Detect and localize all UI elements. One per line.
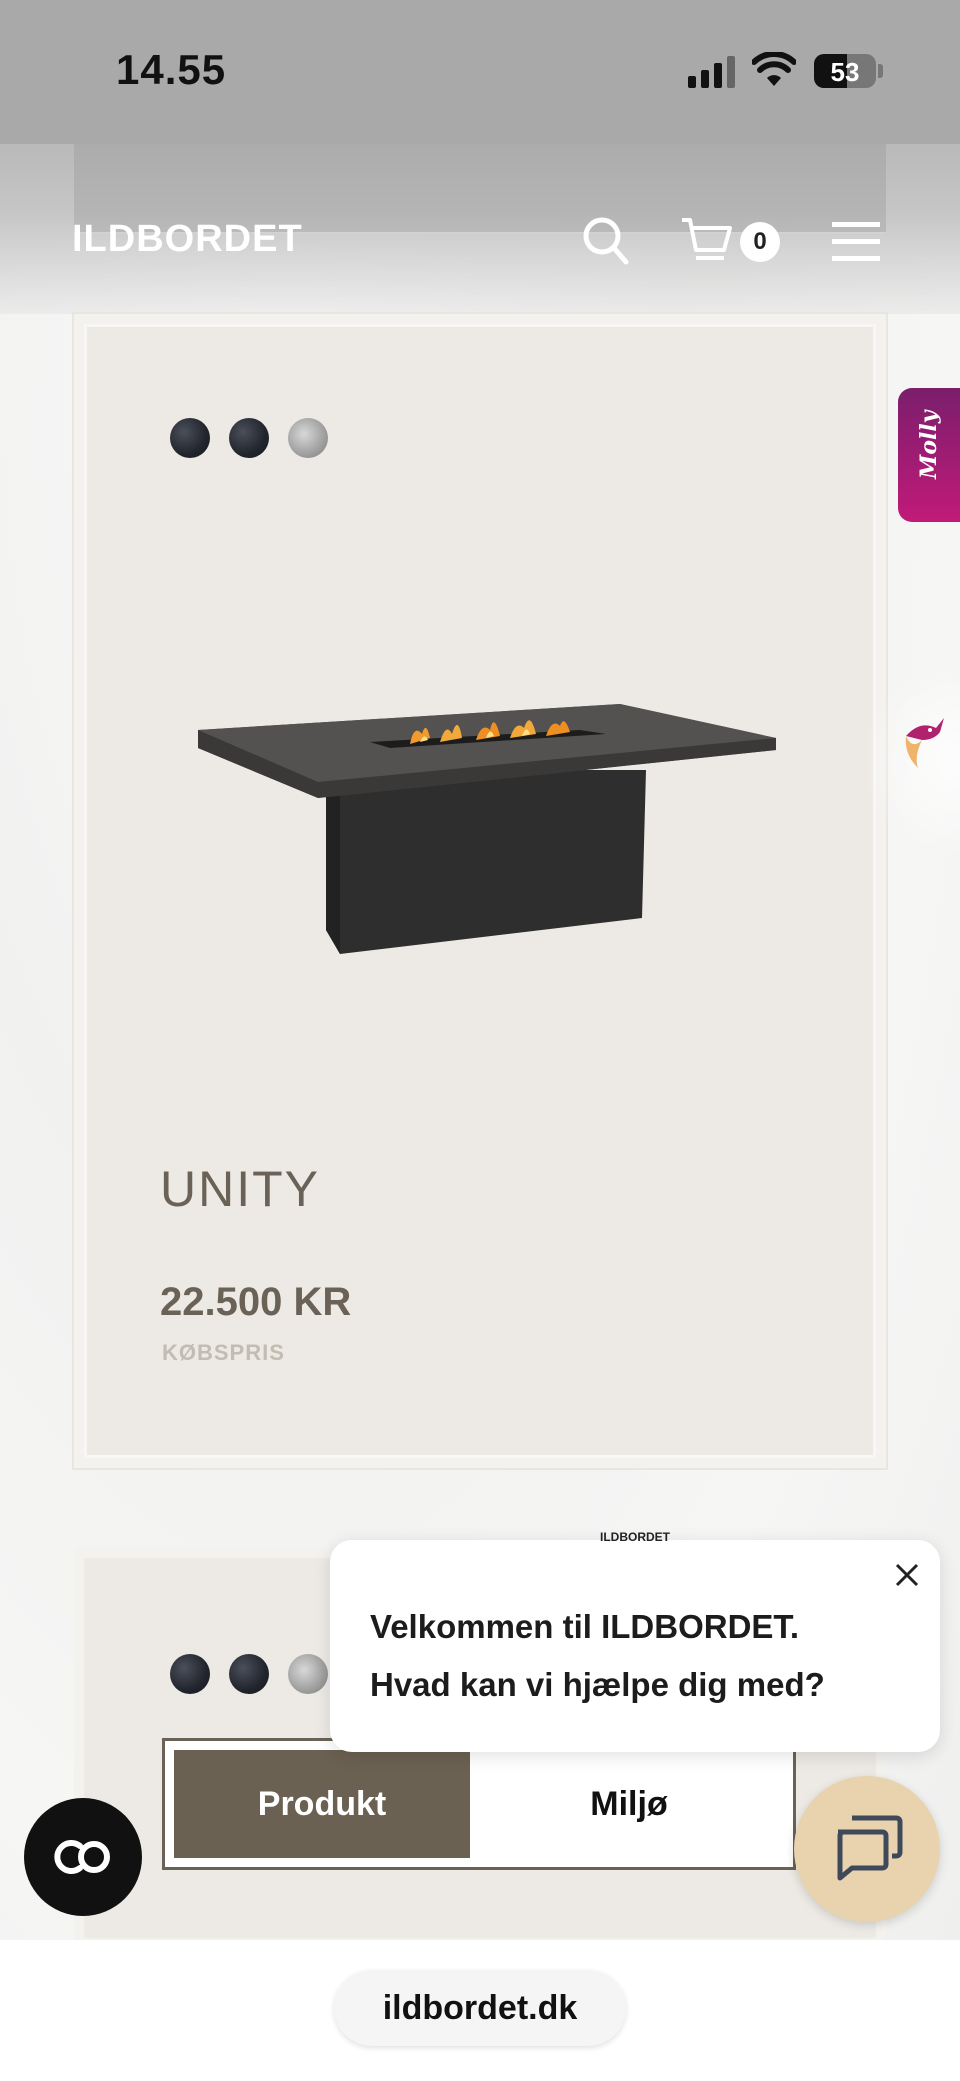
- search-icon[interactable]: [582, 216, 630, 266]
- chat-bubbles-icon: [837, 1815, 903, 1881]
- color-swatch-steel[interactable]: [288, 418, 328, 458]
- co-logo-icon: [54, 1840, 110, 1874]
- color-swatch-dark[interactable]: [170, 1654, 210, 1694]
- price-label: KØBSPRIS: [162, 1340, 285, 1365]
- color-swatch-dark[interactable]: [229, 418, 269, 458]
- color-swatch-dark[interactable]: [170, 418, 210, 458]
- cart-icon[interactable]: [680, 216, 732, 266]
- cart-count-badge[interactable]: 0: [740, 222, 780, 262]
- address-bar[interactable]: ildbordet.dk: [334, 1970, 626, 2046]
- battery-icon: 53: [814, 54, 876, 88]
- color-swatch-steel[interactable]: [288, 1654, 328, 1694]
- close-icon[interactable]: [892, 1560, 922, 1590]
- chat-welcome-popup[interactable]: [330, 1540, 940, 1752]
- toggle-miljo[interactable]: Miljø: [474, 1750, 784, 1858]
- product-image[interactable]: [190, 700, 790, 960]
- status-time: 14.55: [116, 46, 227, 93]
- molly-label: Molly: [916, 410, 942, 479]
- hummingbird-icon[interactable]: [900, 710, 946, 770]
- product-price: 22.500 KR: [160, 1280, 352, 1324]
- product-title[interactable]: UNITY: [160, 1160, 320, 1218]
- wifi-icon: [752, 52, 796, 86]
- chat-brand: ILDBORDET: [600, 1530, 670, 1544]
- battery-level: 53: [830, 57, 860, 87]
- chat-welcome-line: Velkommen til ILDBORDET.: [370, 1608, 800, 1645]
- toggle-produkt[interactable]: Produkt: [174, 1750, 470, 1858]
- hamburger-menu-icon[interactable]: [832, 222, 880, 262]
- cellular-signal-icon: [688, 56, 736, 88]
- color-swatch-dark[interactable]: [229, 1654, 269, 1694]
- site-logo[interactable]: ILDBORDET: [72, 218, 303, 261]
- chat-question-line: Hvad kan vi hjælpe dig med?: [370, 1666, 825, 1703]
